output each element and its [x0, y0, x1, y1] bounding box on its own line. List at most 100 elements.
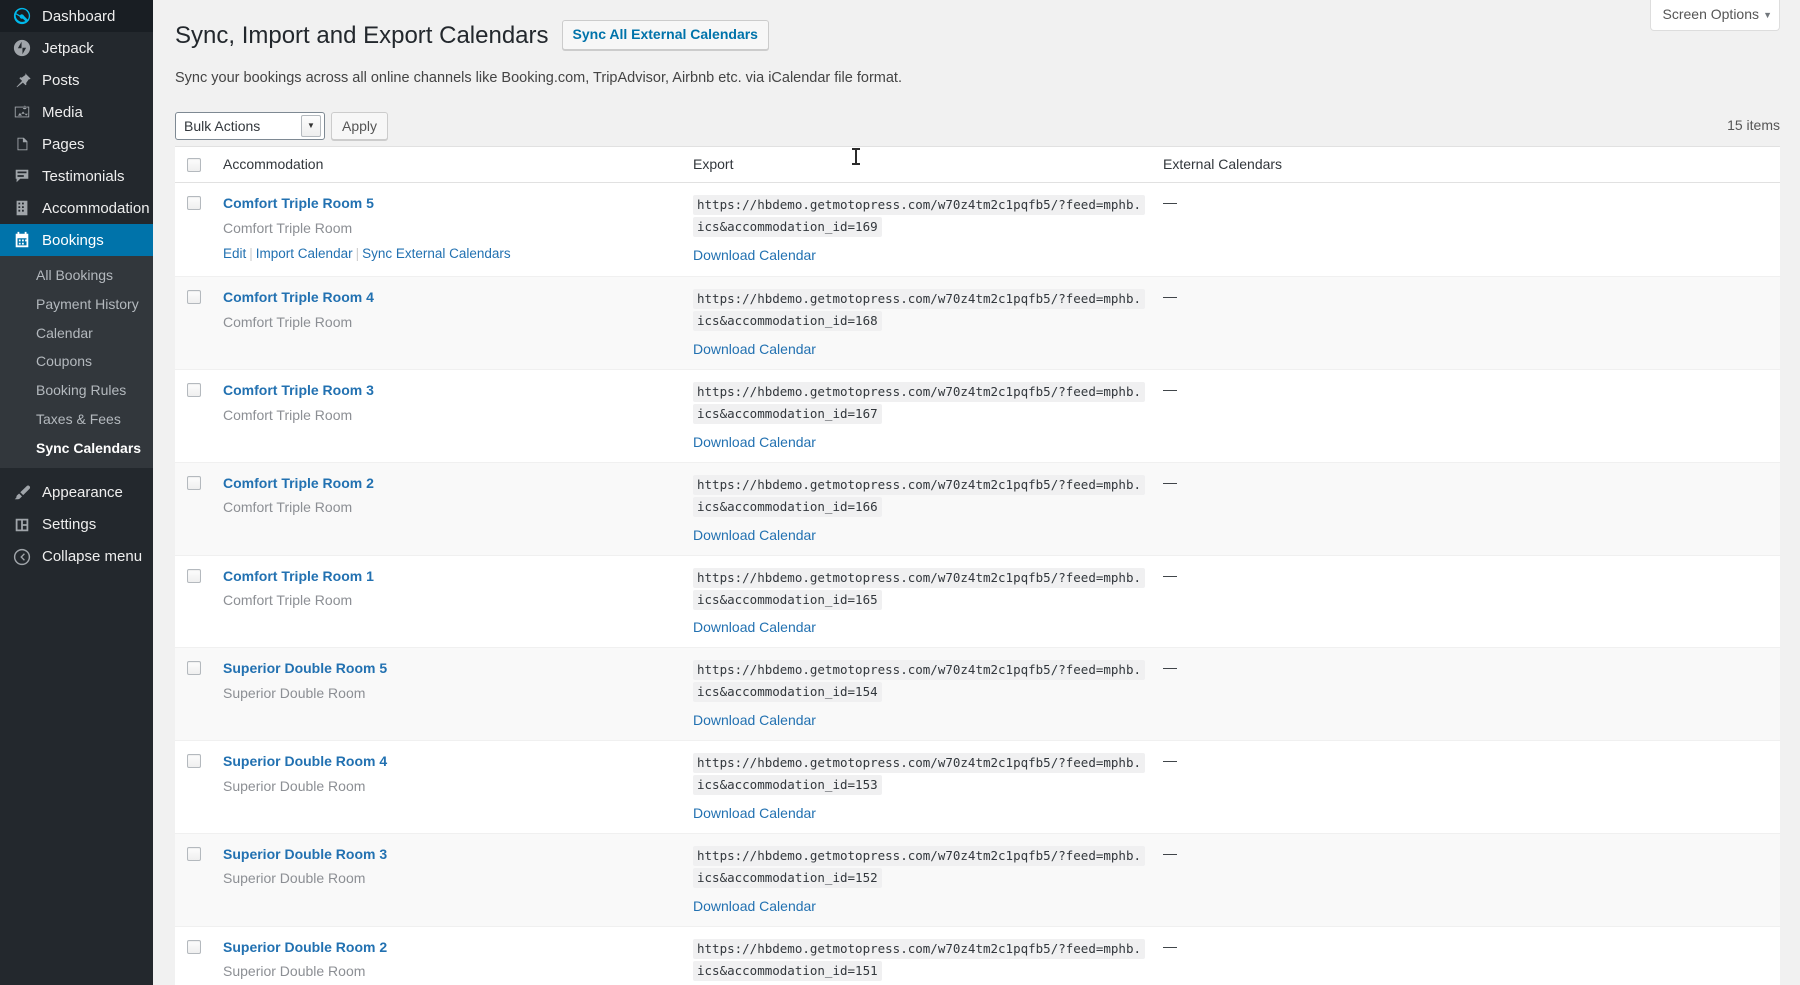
- row-checkbox[interactable]: [187, 939, 201, 954]
- row-checkbox[interactable]: [187, 290, 201, 305]
- sidebar-subitem-taxes-fees[interactable]: Taxes & Fees: [0, 405, 153, 434]
- external-calendars-empty: —: [1163, 752, 1177, 769]
- export-feed-url[interactable]: https://hbdemo.getmotopress.com/w70z4tm2…: [693, 567, 1146, 610]
- page-wrap: Sync, Import and Export Calendars Sync A…: [153, 8, 1800, 985]
- admin-screen: Dashboard Jetpack Posts Media Pages Testimoni…: [0, 0, 1800, 985]
- apply-button[interactable]: Apply: [331, 111, 389, 140]
- row-actions-separator: |: [249, 246, 253, 262]
- external-calendars-empty: —: [1163, 659, 1177, 676]
- row-action-import-calendar[interactable]: Import Calendar: [256, 246, 353, 261]
- sidebar-subitem-payment-history[interactable]: Payment History: [0, 290, 153, 319]
- row-checkbox[interactable]: [187, 568, 201, 583]
- column-header-external-calendars: External Calendars: [1153, 146, 1780, 183]
- column-header-accommodation[interactable]: Accommodation: [213, 146, 683, 183]
- sidebar-item-jetpack[interactable]: Jetpack: [0, 32, 153, 64]
- row-checkbox[interactable]: [187, 661, 201, 676]
- export-feed-url[interactable]: https://hbdemo.getmotopress.com/w70z4tm2…: [693, 938, 1146, 981]
- row-action-edit[interactable]: Edit: [223, 246, 246, 261]
- sidebar-item-posts[interactable]: Posts: [0, 64, 153, 96]
- sidebar-item-appearance[interactable]: Appearance: [0, 477, 153, 509]
- page-description: Sync your bookings across all online cha…: [175, 70, 902, 87]
- download-calendar-link[interactable]: Download Calendar: [693, 434, 816, 450]
- download-calendar-link[interactable]: Download Calendar: [693, 805, 816, 821]
- export-feed-url[interactable]: https://hbdemo.getmotopress.com/w70z4tm2…: [693, 474, 1146, 517]
- column-header-external-calendars-label: External Calendars: [1163, 156, 1283, 173]
- sidebar-subitem-calendar[interactable]: Calendar: [0, 319, 153, 348]
- export-feed-url[interactable]: https://hbdemo.getmotopress.com/w70z4tm2…: [693, 382, 1146, 424]
- export-feed-url[interactable]: https://hbdemo.getmotopress.com/w70z4tm2…: [693, 660, 1146, 703]
- sync-all-external-calendars-button[interactable]: Sync All External Calendars: [561, 19, 769, 51]
- row-checkbox[interactable]: [187, 475, 201, 490]
- export-cell: https://hbdemo.getmotopress.com/w70z4tm2…: [683, 925, 1153, 985]
- external-calendars-empty: —: [1163, 381, 1177, 398]
- export-feed-url[interactable]: https://hbdemo.getmotopress.com/w70z4tm2…: [693, 845, 1146, 888]
- export-cell: https://hbdemo.getmotopress.com/w70z4tm2…: [683, 740, 1153, 834]
- accommodation-title-link[interactable]: Comfort Triple Room 1: [223, 567, 374, 587]
- row-actions-separator: |: [355, 246, 360, 262]
- sidebar-subitem-all-bookings[interactable]: All Bookings: [0, 261, 153, 290]
- row-checkbox[interactable]: [187, 383, 201, 398]
- select-all-checkbox[interactable]: [187, 157, 201, 172]
- external-calendars-cell: —: [1153, 647, 1780, 741]
- sidebar-subitem-sync-calendars[interactable]: Sync Calendars: [0, 434, 153, 463]
- row-checkbox[interactable]: [187, 195, 201, 210]
- accommodation-type-label: Comfort Triple Room: [223, 406, 353, 423]
- table-row: Comfort Triple Room 5 Comfort Triple Room…: [175, 182, 1780, 276]
- sidebar-item-bookings[interactable]: Bookings: [0, 224, 161, 256]
- external-calendars-empty: —: [1163, 566, 1177, 583]
- sidebar-item-dashboard[interactable]: Dashboard: [0, 0, 153, 32]
- accommodation-cell: Comfort Triple Room 3 Comfort Triple Room: [213, 369, 683, 463]
- column-header-export: Export: [683, 146, 1153, 183]
- row-select-cell: [175, 369, 213, 463]
- row-checkbox[interactable]: [187, 846, 201, 861]
- download-calendar-link[interactable]: Download Calendar: [693, 341, 816, 357]
- sidebar-bookings-submenu: All Bookings Payment History Calendar Coupo…: [0, 256, 153, 468]
- row-checkbox[interactable]: [187, 754, 201, 769]
- sidebar-item-settings[interactable]: Settings: [0, 509, 153, 541]
- building-icon: [12, 198, 32, 218]
- download-calendar-link[interactable]: Download Calendar: [693, 712, 816, 728]
- accommodation-type-label: Comfort Triple Room: [223, 592, 353, 609]
- screen-options-button[interactable]: Screen Options ▼: [1649, 0, 1780, 31]
- sidebar-item-media[interactable]: Media: [0, 96, 153, 128]
- sidebar-item-pages[interactable]: Pages: [0, 128, 153, 160]
- sidebar-subitem-coupons[interactable]: Coupons: [0, 347, 153, 376]
- download-calendar-link[interactable]: Download Calendar: [693, 247, 816, 263]
- download-calendar-link[interactable]: Download Calendar: [693, 527, 816, 543]
- accommodation-title-link[interactable]: Superior Double Room 5: [223, 659, 387, 679]
- export-feed-url[interactable]: https://hbdemo.getmotopress.com/w70z4tm2…: [693, 289, 1146, 332]
- sidebar-item-accommodation[interactable]: Accommodation: [0, 192, 153, 224]
- export-feed-url[interactable]: https://hbdemo.getmotopress.com/w70z4tm2…: [693, 194, 1146, 237]
- accommodation-title-link[interactable]: Comfort Triple Room 3: [223, 381, 374, 401]
- sidebar-item-testimonials[interactable]: Testimonials: [0, 160, 153, 192]
- page-title-row: Sync, Import and Export Calendars Sync A…: [175, 8, 1780, 55]
- sidebar-top-menu: Dashboard Jetpack Posts Media Pages Testimoni…: [0, 0, 161, 256]
- bulk-actions-select[interactable]: Bulk Actions ▼: [175, 111, 325, 140]
- row-action-sync-external-calendars[interactable]: Sync External Calendars: [362, 246, 511, 261]
- column-header-export-label: Export: [693, 156, 734, 173]
- download-calendar-link[interactable]: Download Calendar: [693, 898, 816, 914]
- export-cell: https://hbdemo.getmotopress.com/w70z4tm2…: [683, 276, 1153, 370]
- download-calendar-link[interactable]: Download Calendar: [693, 619, 816, 635]
- accommodation-title-link[interactable]: Superior Double Room 3: [223, 845, 387, 865]
- accommodation-title-link[interactable]: Comfort Triple Room 4: [223, 288, 374, 308]
- export-cell: https://hbdemo.getmotopress.com/w70z4tm2…: [683, 647, 1153, 741]
- accommodation-title-link[interactable]: Comfort Triple Room 2: [223, 474, 374, 494]
- select-all-header: [175, 146, 213, 183]
- table-row: Comfort Triple Room 1 Comfort Triple Room…: [175, 554, 1780, 648]
- sidebar-subitem-booking-rules[interactable]: Booking Rules: [0, 376, 153, 405]
- export-cell: https://hbdemo.getmotopress.com/w70z4tm2…: [683, 461, 1153, 556]
- accommodation-title-link[interactable]: Comfort Triple Room 5: [223, 194, 374, 214]
- export-feed-url[interactable]: https://hbdemo.getmotopress.com/w70z4tm2…: [693, 753, 1146, 795]
- accommodation-title-link[interactable]: Superior Double Room 4: [223, 752, 387, 772]
- external-calendars-cell: —: [1153, 369, 1780, 463]
- sidebar-item-label: Media: [42, 103, 83, 121]
- calendar-icon: [12, 230, 32, 250]
- table-row: Comfort Triple Room 2 Comfort Triple Room…: [175, 461, 1780, 556]
- sidebar-item-collapse-menu[interactable]: Collapse menu: [0, 541, 153, 573]
- accommodation-cell: Comfort Triple Room 4 Comfort Triple Room: [213, 276, 683, 370]
- bulk-actions-selected-value: Bulk Actions: [184, 117, 261, 134]
- table-body: Comfort Triple Room 5 Comfort Triple Room…: [175, 182, 1780, 985]
- accommodation-title-link[interactable]: Superior Double Room 2: [223, 938, 387, 958]
- accommodation-type-label: Superior Double Room: [223, 777, 366, 794]
